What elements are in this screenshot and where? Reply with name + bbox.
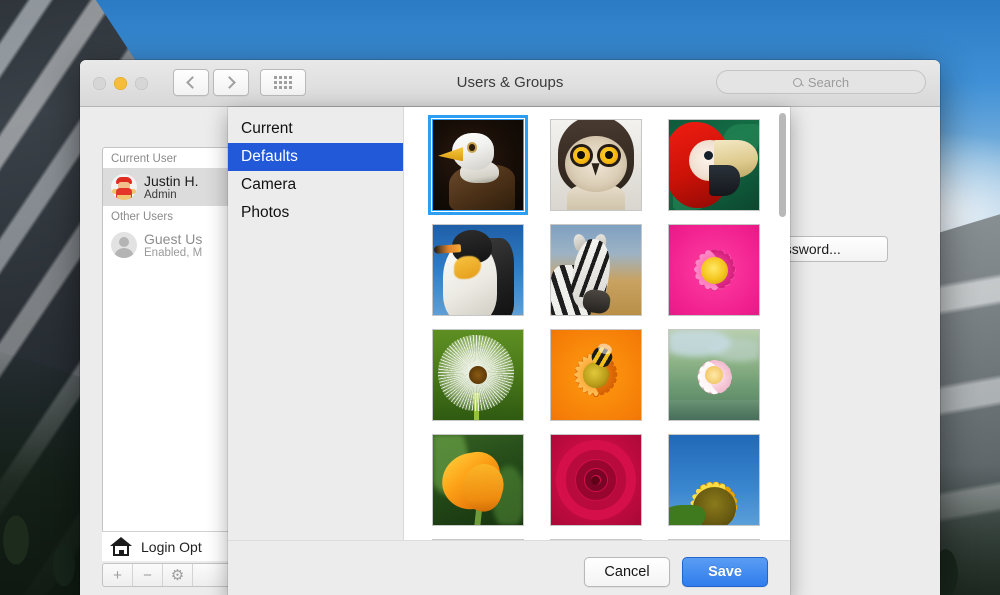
picture-thumbnail-parrot[interactable] (668, 119, 761, 211)
users-and-groups-window: Users & Groups Search Current User Justi… (80, 60, 940, 595)
search-icon (792, 77, 802, 87)
login-options-label: Login Opt (141, 538, 202, 555)
avatar (111, 174, 137, 200)
picture-thumbnail-zebra[interactable] (549, 224, 642, 316)
user-row-guest[interactable]: Guest Us Enabled, M (103, 226, 241, 264)
source-item-photos[interactable]: Photos (228, 199, 403, 227)
picture-grid-scrollbar[interactable] (778, 113, 787, 534)
search-placeholder: Search (807, 74, 850, 90)
user-role: Admin (144, 189, 177, 201)
users-list[interactable]: Current User Justin H. Admin Other Users… (102, 147, 242, 533)
avatar (111, 232, 137, 258)
cancel-button[interactable]: Cancel (584, 556, 670, 587)
user-role: Enabled, M (144, 247, 203, 259)
search-input[interactable]: Search (716, 70, 926, 94)
picture-thumbnail-pink-flower[interactable] (668, 224, 761, 316)
gear-icon[interactable]: ⚙ (163, 564, 193, 586)
source-item-camera[interactable]: Camera (228, 171, 403, 199)
picture-grid-container: m.s (404, 107, 790, 540)
window-body: Current User Justin H. Admin Other Users… (80, 107, 940, 595)
picture-thumbnail-orange-flower[interactable] (549, 329, 642, 421)
user-row-justin[interactable]: Justin H. Admin (103, 168, 241, 206)
home-icon (110, 537, 132, 556)
source-item-current[interactable]: Current (228, 115, 403, 143)
sheet-footer: Cancel Save (228, 540, 790, 595)
window-titlebar: Users & Groups Search (80, 60, 940, 107)
picture-grid: m.s (404, 107, 790, 540)
source-item-defaults[interactable]: Defaults (228, 143, 403, 171)
picture-thumbnail-dandelion[interactable] (431, 329, 524, 421)
add-user-button[interactable]: + (103, 564, 133, 586)
picture-source-sidebar[interactable]: Current Defaults Camera Photos (228, 107, 404, 540)
group-header-other-users: Other Users (111, 211, 173, 223)
picture-thumbnail-owl[interactable] (549, 119, 642, 211)
picture-thumbnail-red-rose[interactable] (549, 434, 642, 526)
scrollbar-thumb[interactable] (779, 113, 786, 217)
group-header-current-user: Current User (111, 153, 177, 165)
save-button[interactable]: Save (682, 556, 768, 587)
picture-thumbnail-water-lily[interactable] (668, 329, 761, 421)
picture-picker-sheet: Current Defaults Camera Photos Cancel Sa… (228, 107, 790, 595)
remove-user-button[interactable]: − (133, 564, 163, 586)
user-name: Justin H. (144, 173, 199, 189)
sheet-content: Current Defaults Camera Photos (228, 107, 790, 540)
picture-thumbnail-sunflower[interactable] (668, 434, 761, 526)
picture-thumbnail-penguin[interactable] (431, 224, 524, 316)
user-name: Guest Us (144, 231, 203, 247)
picture-thumbnail-poppy[interactable] (431, 434, 524, 526)
picture-thumbnail-eagle[interactable] (427, 115, 528, 215)
